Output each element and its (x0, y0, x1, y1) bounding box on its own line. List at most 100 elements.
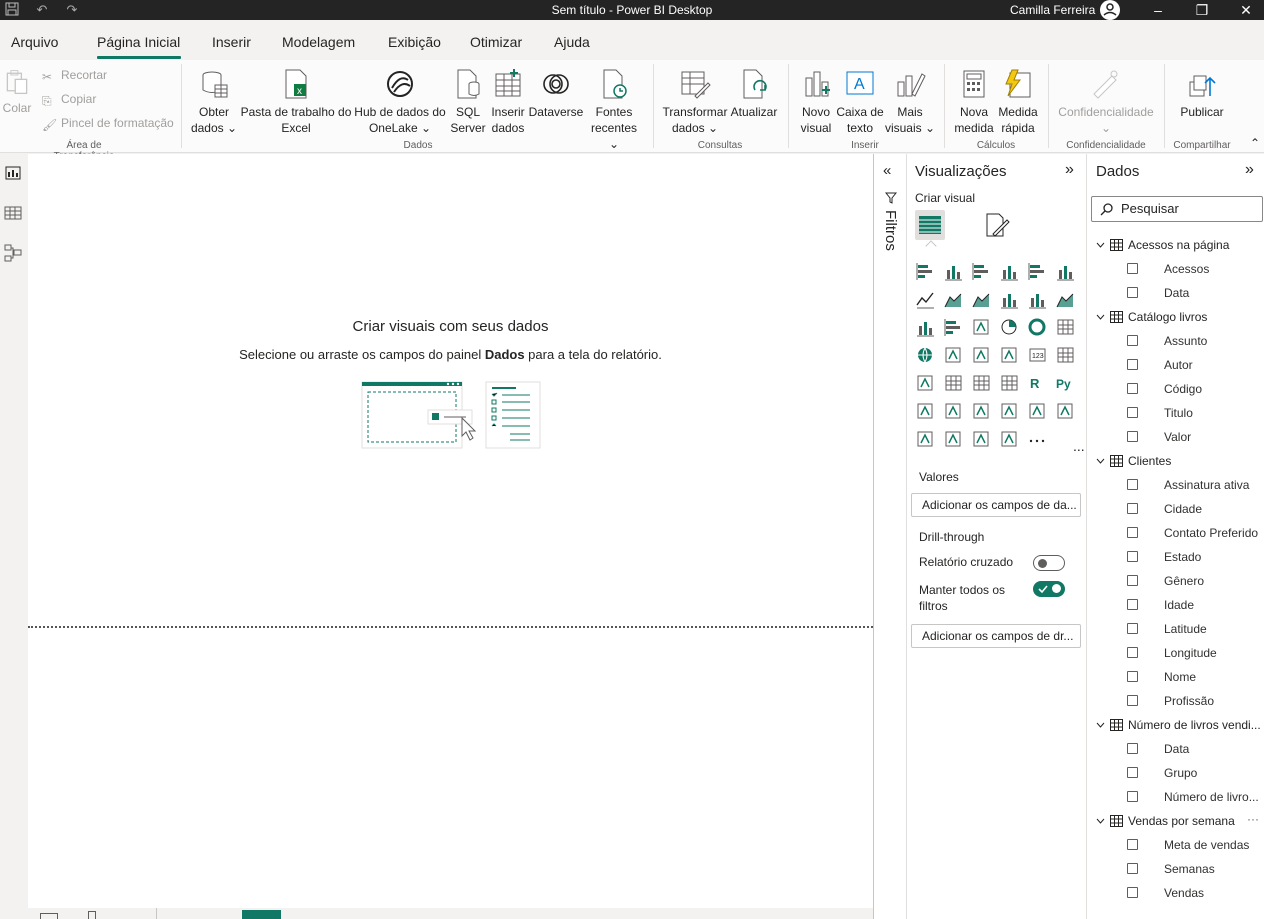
close-icon[interactable]: ✕ (1231, 0, 1261, 20)
pie-chart-icon[interactable] (999, 317, 1021, 339)
field-checkbox[interactable] (1127, 599, 1138, 610)
field-checkbox[interactable] (1127, 863, 1138, 874)
field-checkbox[interactable] (1127, 695, 1138, 706)
field-checkbox[interactable] (1127, 527, 1138, 538)
filled-map-icon[interactable] (943, 345, 965, 367)
page-nav-icon[interactable] (40, 913, 58, 919)
cross-report-toggle[interactable] (1033, 555, 1065, 571)
build-visual-tab[interactable] (915, 210, 945, 240)
donut-chart-icon[interactable] (1027, 317, 1049, 339)
field-checkbox[interactable] (1127, 287, 1138, 298)
line-chart-icon[interactable] (915, 289, 937, 311)
keep-filters-toggle[interactable] (1033, 581, 1065, 597)
field-checkbox[interactable] (1127, 671, 1138, 682)
table-node[interactable]: Vendas por semana (1087, 810, 1264, 832)
key-influencers-icon[interactable] (915, 401, 937, 423)
card-icon[interactable]: 123 (1027, 345, 1049, 367)
chevron-down-icon[interactable] (1096, 241, 1105, 250)
table-visual-icon[interactable] (971, 373, 993, 395)
field-item[interactable]: Meta de vendas (1087, 834, 1264, 856)
get-data-button[interactable]: Obter dados ⌄ (190, 68, 238, 136)
table-node[interactable]: Número de livros vendi... (1087, 714, 1264, 736)
multi-row-card-icon[interactable] (1055, 345, 1077, 367)
clustered-column-chart-icon[interactable] (999, 261, 1021, 283)
field-checkbox[interactable] (1127, 575, 1138, 586)
table-node[interactable]: Catálogo livros (1087, 306, 1264, 328)
table-node[interactable]: Clientes (1087, 450, 1264, 472)
table-options-icon[interactable]: ··· (1247, 812, 1259, 826)
refresh-button[interactable]: Atualizar (728, 68, 780, 120)
restore-icon[interactable]: ❐ (1187, 0, 1217, 20)
100-stacked-bar-chart-icon[interactable] (1027, 261, 1049, 283)
expand-filters-icon[interactable]: « (883, 162, 891, 179)
decomposition-tree-icon[interactable] (943, 401, 965, 423)
collapse-ribbon-icon[interactable]: ⌃ (1250, 136, 1260, 150)
field-item[interactable]: Assunto (1087, 330, 1264, 352)
field-item[interactable]: Contato Preferido (1087, 522, 1264, 544)
arcgis-map-icon[interactable] (999, 429, 1021, 451)
copy-button[interactable]: ⎘ Copiar (42, 91, 96, 108)
field-checkbox[interactable] (1127, 791, 1138, 802)
enter-data-button[interactable]: Inserir dados (488, 68, 528, 136)
tab-otimizar[interactable]: Otimizar (470, 34, 522, 50)
field-checkbox[interactable] (1127, 335, 1138, 346)
text-box-button[interactable]: A Caixa de texto (836, 68, 884, 136)
waterfall-chart-icon[interactable] (915, 317, 937, 339)
report-view-icon[interactable] (4, 164, 22, 182)
matrix-visual-icon[interactable] (999, 373, 1021, 395)
tab-pagina-inicial[interactable]: Página Inicial (97, 34, 180, 50)
field-checkbox[interactable] (1127, 479, 1138, 490)
field-item[interactable]: Longitude (1087, 642, 1264, 664)
avatar[interactable] (1100, 0, 1120, 20)
quick-measure-button[interactable]: Medida rápida (996, 68, 1040, 136)
tab-exibicao[interactable]: Exibição (388, 34, 441, 50)
page-nav-icon[interactable] (88, 911, 96, 919)
field-item[interactable]: Autor (1087, 354, 1264, 376)
table-node[interactable]: Acessos na página (1087, 234, 1264, 256)
collapse-viz-icon[interactable]: » (1065, 161, 1074, 179)
paste-button[interactable]: Colar (2, 68, 32, 116)
field-checkbox[interactable] (1127, 407, 1138, 418)
filters-pane[interactable]: « Filtros (873, 154, 907, 919)
field-item[interactable]: Nome (1087, 666, 1264, 688)
drillthrough-well[interactable]: Adicionar os campos de dr... (911, 624, 1081, 648)
field-checkbox[interactable] (1127, 623, 1138, 634)
new-visual-button[interactable]: Novo visual (796, 68, 836, 136)
chevron-down-icon[interactable] (1096, 313, 1105, 322)
field-item[interactable]: Código (1087, 378, 1264, 400)
field-item[interactable]: Cidade (1087, 498, 1264, 520)
format-visual-icon[interactable] (981, 210, 1011, 240)
active-page-tab[interactable] (242, 910, 281, 919)
field-checkbox[interactable] (1127, 359, 1138, 370)
chevron-down-icon[interactable] (1096, 721, 1105, 730)
field-checkbox[interactable] (1127, 503, 1138, 514)
treemap-icon[interactable] (1055, 317, 1077, 339)
sensitivity-button[interactable]: Confidencialidade ⌄ (1054, 68, 1158, 136)
field-checkbox[interactable] (1127, 383, 1138, 394)
clustered-bar-chart-icon[interactable] (971, 261, 993, 283)
search-input[interactable]: Pesquisar (1091, 196, 1263, 222)
field-checkbox[interactable] (1127, 887, 1138, 898)
100-stacked-column-chart-icon[interactable] (1055, 261, 1077, 283)
field-item[interactable]: Latitude (1087, 618, 1264, 640)
recent-sources-button[interactable]: Fontes recentes ⌄ (586, 68, 642, 152)
paginated-report-icon[interactable] (1027, 401, 1049, 423)
tab-arquivo[interactable]: Arquivo (11, 34, 58, 50)
tab-inserir[interactable]: Inserir (212, 34, 251, 50)
field-checkbox[interactable] (1127, 647, 1138, 658)
stacked-column-chart-icon[interactable] (943, 261, 965, 283)
power-automate-icon[interactable] (943, 429, 965, 451)
python-visual-icon[interactable]: Py (1055, 373, 1077, 395)
kpi-visual-icon[interactable] (915, 373, 937, 395)
field-checkbox[interactable] (1127, 767, 1138, 778)
line-clustered-column-chart-icon[interactable] (1027, 289, 1049, 311)
publish-button[interactable]: Publicar (1174, 68, 1230, 120)
slicer-icon[interactable] (943, 373, 965, 395)
field-item[interactable]: Número de livro... (1087, 786, 1264, 808)
field-checkbox[interactable] (1127, 431, 1138, 442)
dataverse-button[interactable]: Dataverse (528, 68, 584, 120)
shape-map-icon[interactable] (971, 429, 993, 451)
table-view-icon[interactable] (4, 204, 22, 222)
collapse-data-icon[interactable]: » (1245, 161, 1254, 179)
transform-data-button[interactable]: Transformar dados ⌄ (662, 68, 728, 136)
